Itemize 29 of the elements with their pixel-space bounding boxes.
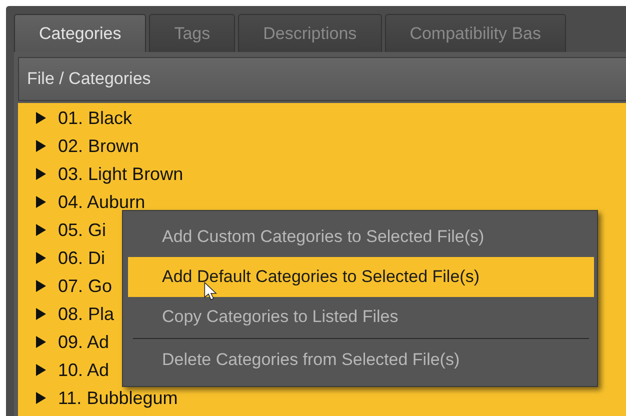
mouse-pointer-icon [204,282,218,301]
expand-arrow-icon[interactable] [36,252,46,264]
tab[interactable]: Categories [14,14,146,52]
menu-item[interactable]: Add Custom Categories to Selected File(s) [128,217,594,257]
expand-arrow-icon[interactable] [36,168,46,180]
category-item[interactable]: 03. Light Brown [58,164,184,184]
category-item[interactable]: 08. Pla [58,304,114,324]
menu-item[interactable]: Add Default Categories to Selected File(s) [128,257,594,297]
menu-item[interactable]: Copy Categories to Listed Files [128,297,594,337]
expand-arrow-icon[interactable] [36,280,46,292]
category-item[interactable]: 02. Brown [58,136,140,156]
expand-arrow-icon[interactable] [36,140,46,152]
category-item[interactable]: 06. Di [58,248,106,268]
menu-item[interactable]: Delete Categories from Selected File(s) [128,340,594,380]
column-header: File / Categories [18,57,626,101]
category-item[interactable]: 05. Gi [58,220,106,240]
category-item[interactable]: 09. Ad [58,332,110,352]
category-item[interactable]: 04. Auburn [58,192,146,212]
expand-arrow-icon[interactable] [36,224,46,236]
category-item[interactable]: 01. Black [58,108,132,128]
category-item[interactable]: 11. Bubblegum [58,388,178,408]
expand-arrow-icon[interactable] [36,336,46,348]
category-item[interactable]: 07. Go [58,276,112,296]
expand-arrow-icon[interactable] [36,364,46,376]
category-item[interactable]: 10. Ad [58,360,110,380]
expand-arrow-icon[interactable] [36,112,46,124]
expand-arrow-icon[interactable] [36,392,46,404]
expand-arrow-icon[interactable] [36,308,46,320]
expand-arrow-icon[interactable] [36,196,46,208]
